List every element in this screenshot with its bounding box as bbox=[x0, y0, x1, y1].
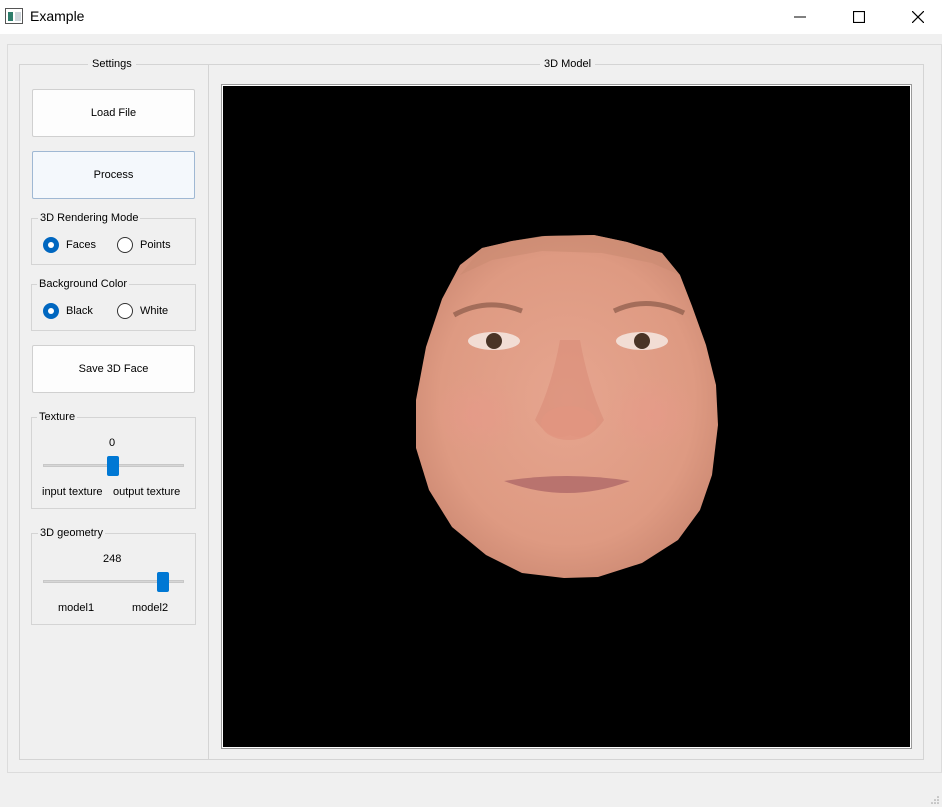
save-3d-face-button[interactable]: Save 3D Face bbox=[32, 345, 195, 393]
radio-white-label: White bbox=[140, 305, 169, 317]
radio-points-label: Points bbox=[140, 239, 171, 251]
radio-points-indicator bbox=[117, 237, 133, 253]
close-icon bbox=[912, 11, 924, 23]
minimize-button[interactable] bbox=[777, 0, 823, 34]
process-button[interactable]: Process bbox=[32, 151, 195, 199]
load-file-button[interactable]: Load File bbox=[32, 89, 195, 137]
maximize-icon bbox=[853, 11, 865, 23]
radio-faces[interactable]: Faces bbox=[43, 237, 96, 253]
app-icon bbox=[5, 8, 23, 24]
left-iris bbox=[486, 333, 502, 349]
radio-black-indicator bbox=[43, 303, 59, 319]
radio-points[interactable]: Points bbox=[117, 237, 171, 253]
model-group-title: 3D Model bbox=[540, 58, 596, 70]
right-iris bbox=[634, 333, 650, 349]
resize-grip-icon[interactable] bbox=[930, 795, 940, 805]
nose-tip bbox=[541, 406, 597, 440]
radio-faces-indicator bbox=[43, 237, 59, 253]
close-button[interactable] bbox=[895, 0, 941, 34]
geometry-slider-handle[interactable] bbox=[157, 572, 169, 592]
minimize-icon bbox=[794, 16, 806, 18]
texture-title: Texture bbox=[37, 411, 78, 423]
geometry-value: 248 bbox=[103, 553, 122, 565]
texture-max-label: output texture bbox=[113, 486, 181, 498]
right-cheek bbox=[607, 375, 697, 455]
texture-min-label: input texture bbox=[42, 486, 103, 498]
title-bar: Example bbox=[0, 0, 942, 34]
radio-white[interactable]: White bbox=[117, 303, 168, 319]
radio-black-label: Black bbox=[66, 305, 93, 317]
window-title: Example bbox=[30, 8, 85, 24]
maximize-button[interactable] bbox=[836, 0, 882, 34]
texture-value: 0 bbox=[109, 437, 116, 449]
texture-slider-handle[interactable] bbox=[107, 456, 119, 476]
background-color-title: Background Color bbox=[37, 278, 130, 290]
radio-black[interactable]: Black bbox=[43, 303, 93, 319]
model-viewport[interactable] bbox=[221, 84, 912, 749]
left-cheek bbox=[432, 375, 522, 455]
geometry-max-label: model2 bbox=[132, 602, 169, 614]
settings-group-title: Settings bbox=[88, 58, 136, 70]
face-render bbox=[416, 235, 718, 578]
radio-faces-label: Faces bbox=[66, 239, 96, 251]
render-mode-title: 3D Rendering Mode bbox=[38, 212, 141, 224]
radio-white-indicator bbox=[117, 303, 133, 319]
geometry-min-label: model1 bbox=[58, 602, 95, 614]
geometry-title: 3D geometry bbox=[38, 527, 105, 539]
geometry-group bbox=[31, 533, 196, 625]
